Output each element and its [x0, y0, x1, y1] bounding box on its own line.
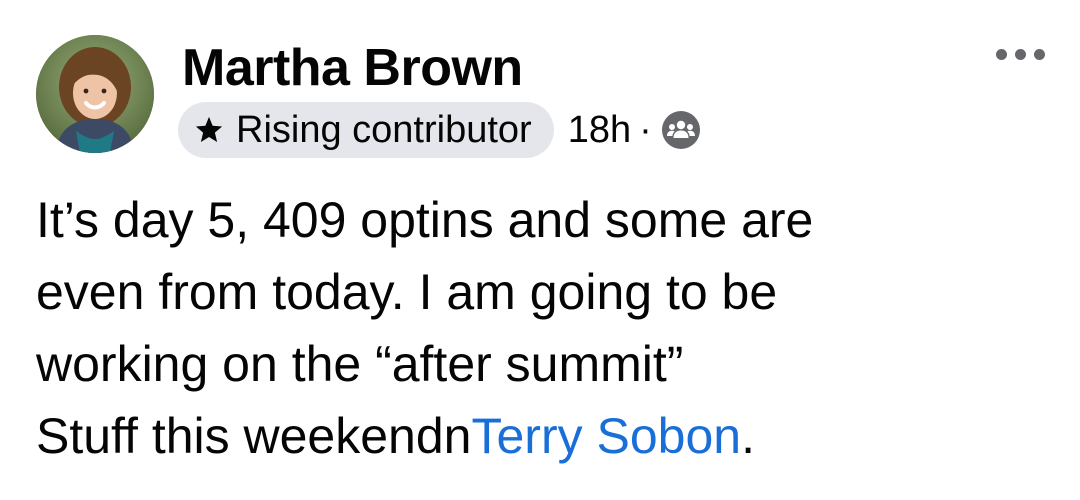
post-body-line: working on the “after summit” [36, 336, 684, 392]
mention-link[interactable]: Terry Sobon [471, 408, 741, 464]
group-icon[interactable] [660, 109, 702, 151]
post-timestamp[interactable]: 18h [568, 108, 631, 152]
post-body-line: even from today. I am going to be [36, 264, 778, 320]
more-options-icon[interactable] [984, 36, 1056, 72]
post-body-text: . [741, 408, 755, 464]
post-body: It’s day 5, 409 optins and some are even… [36, 184, 1046, 472]
post-card: Martha Brown Rising contributor 18h · It… [0, 0, 1080, 500]
badge-label: Rising contributor [236, 109, 532, 151]
author-name[interactable]: Martha Brown [182, 36, 523, 100]
meta-separator: · [639, 109, 652, 151]
star-icon [194, 115, 224, 145]
post-body-line: It’s day 5, 409 optins and some are [36, 192, 814, 248]
contributor-badge[interactable]: Rising contributor [178, 102, 554, 158]
post-body-line: Stuff this weekendnTerry Sobon. [36, 400, 1046, 472]
post-body-text: Stuff this weekendn [36, 408, 472, 464]
avatar[interactable] [36, 35, 154, 153]
post-meta: Rising contributor 18h · [178, 102, 702, 158]
